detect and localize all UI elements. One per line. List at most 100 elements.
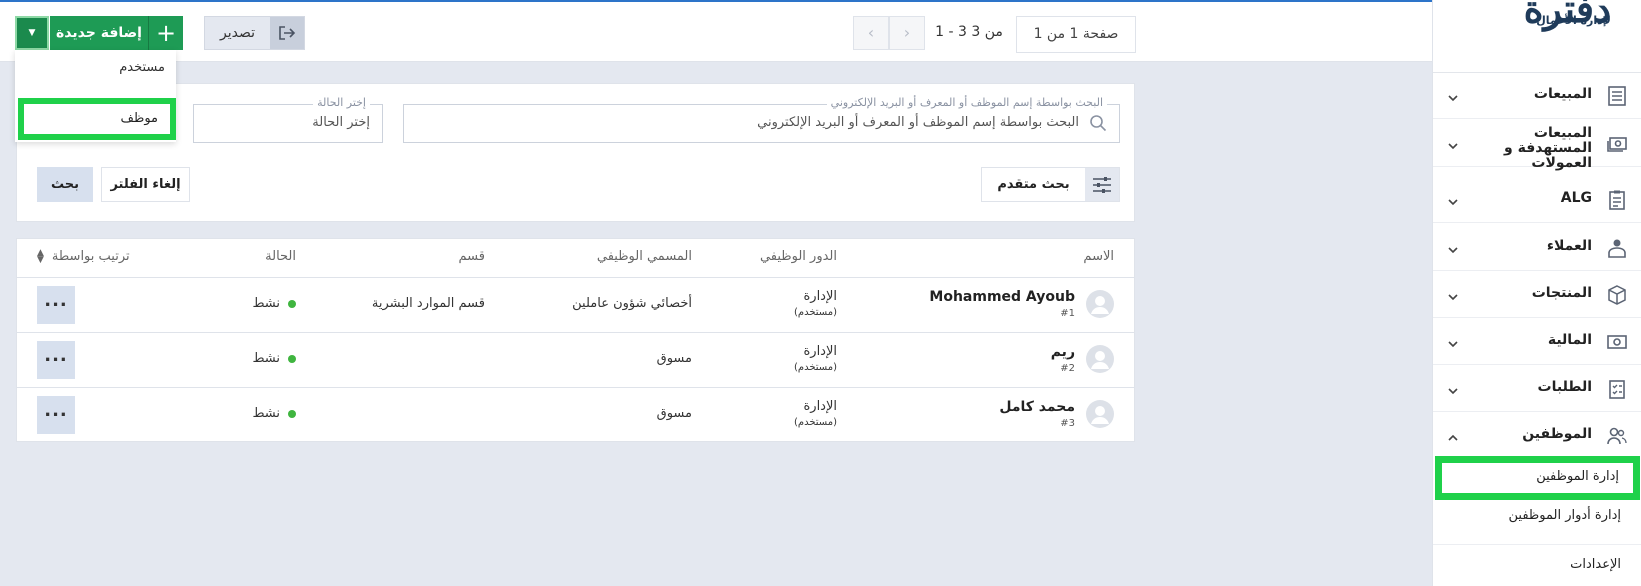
employee-job-title: أخصائي شؤون عاملين xyxy=(572,296,692,311)
sliders-icon xyxy=(1085,168,1119,201)
status-legend: إختر الحالة xyxy=(313,96,370,109)
avatar xyxy=(1086,345,1114,373)
sort-by-control[interactable]: ▲ ▼ ترتيب بواسطة xyxy=(37,247,130,265)
employee-name[interactable]: محمد كامل xyxy=(999,399,1075,415)
search-button[interactable]: بحث xyxy=(37,167,93,202)
employee-number: #1 xyxy=(1060,308,1075,319)
money-icon xyxy=(1606,133,1628,155)
subitem-label: إدارة الموظفين xyxy=(1536,469,1619,484)
sidebar-item-targeted-sales[interactable]: المبيعات المستهدفة و العمولات xyxy=(1433,120,1641,171)
sidebar-item-orders[interactable]: الطلبات xyxy=(1433,365,1641,412)
search-icon xyxy=(1089,114,1107,132)
table-row[interactable]: ريم #2 الإدارة (مستخدم) مسوق نشط ... xyxy=(17,333,1134,388)
employee-job-title: مسوق xyxy=(656,351,692,366)
sidebar-item-clients[interactable]: العملاء xyxy=(1433,224,1641,271)
brand-logo[interactable]: دفترة لإدارة الأعمال xyxy=(1493,0,1633,40)
sidebar-item-products[interactable]: المنتجات xyxy=(1433,271,1641,318)
chevron-down-icon xyxy=(1447,288,1459,301)
chevron-down-icon xyxy=(1447,193,1459,206)
employee-name[interactable]: ريم xyxy=(1051,344,1075,360)
status-dot-icon xyxy=(288,409,296,418)
sidebar-item-label: الطلبات xyxy=(1537,379,1592,395)
employee-role-type: (مستخدم) xyxy=(793,362,837,373)
export-button[interactable]: تصدير xyxy=(204,16,305,50)
status-badge: نشط xyxy=(252,296,296,311)
add-new-button[interactable]: إضافة جديدة + xyxy=(50,16,183,50)
row-actions-button[interactable]: ... xyxy=(37,396,75,434)
sidebar: دفترة لإدارة الأعمال المبيعات المبيعات ا… xyxy=(1432,0,1641,586)
filter-panel: البحث بواسطة إسم الموظف أو المعرف أو الب… xyxy=(16,83,1135,222)
sort-icon: ▲ ▼ xyxy=(37,247,44,265)
sort-by-label: ترتيب بواسطة xyxy=(51,249,130,264)
advanced-search-button[interactable]: بحث متقدم xyxy=(981,167,1120,202)
sidebar-item-label: الموظفين xyxy=(1522,426,1592,442)
row-actions-button[interactable]: ... xyxy=(37,286,75,324)
sidebar-item-label: المنتجات xyxy=(1531,285,1592,301)
sidebar-item-label: المبيعات xyxy=(1533,86,1592,102)
employees-table: الاسم الدور الوظيفي المسمي الوظيفي قسم ا… xyxy=(16,238,1135,442)
status-label: نشط xyxy=(252,351,280,366)
employee-role: الإدارة xyxy=(803,344,837,359)
finance-icon xyxy=(1606,331,1628,353)
header-name: الاسم xyxy=(1083,249,1114,264)
sidebar-item-employees[interactable]: الموظفين xyxy=(1433,412,1641,459)
header-job-title: المسمي الوظيفي xyxy=(596,249,692,264)
sidebar-item-alg[interactable]: ALG xyxy=(1433,176,1641,223)
chevron-down-icon xyxy=(1447,382,1459,395)
advanced-search-label: بحث متقدم xyxy=(997,177,1070,192)
employees-icon xyxy=(1606,425,1628,447)
sidebar-item-sales[interactable]: المبيعات xyxy=(1433,72,1641,119)
search-input[interactable]: البحث بواسطة إسم الموظف أو المعرف أو الب… xyxy=(403,96,1120,143)
table-row[interactable]: Mohammed Ayoub #1 الإدارة (مستخدم) أخصائ… xyxy=(17,278,1134,333)
header-role: الدور الوظيفي xyxy=(759,249,837,264)
box-icon xyxy=(1606,284,1628,306)
pagination-range: 1 - 3 من 3 xyxy=(935,24,1003,40)
status-label: نشط xyxy=(252,296,280,311)
row-actions-button[interactable]: ... xyxy=(37,341,75,379)
chevron-down-icon xyxy=(1447,137,1459,150)
status-badge: نشط xyxy=(252,406,296,421)
avatar xyxy=(1086,290,1114,318)
status-dot-icon xyxy=(288,354,296,363)
search-legend: البحث بواسطة إسم الموظف أو المعرف أو الب… xyxy=(826,96,1107,109)
add-new-label: إضافة جديدة xyxy=(50,16,149,50)
employee-name[interactable]: Mohammed Ayoub xyxy=(929,289,1075,305)
add-new-dropdown-menu: مستخدم موظف xyxy=(15,50,176,142)
sidebar-item-label: ALG xyxy=(1560,190,1592,206)
menu-item-user[interactable]: مستخدم xyxy=(15,60,165,75)
chevron-down-icon xyxy=(1447,89,1459,102)
sidebar-item-label: المالية xyxy=(1547,332,1592,348)
invoice-icon xyxy=(1606,85,1628,107)
client-icon xyxy=(1606,237,1628,259)
clear-filter-button[interactable]: إلغاء الفلتر xyxy=(101,167,190,202)
page-indicator[interactable]: صفحة 1 من 1 xyxy=(1016,16,1136,53)
checklist-icon xyxy=(1606,378,1628,400)
table-row[interactable]: محمد كامل #3 الإدارة (مستخدم) مسوق نشط .… xyxy=(17,388,1134,443)
sidebar-item-finance[interactable]: المالية xyxy=(1433,318,1641,365)
search-placeholder: البحث بواسطة إسم الموظف أو المعرف أو الب… xyxy=(757,115,1079,130)
employee-department: قسم الموارد البشرية xyxy=(371,296,485,311)
sidebar-subitem-manage-employees[interactable]: إدارة الموظفين xyxy=(1435,456,1640,500)
prev-page-button[interactable]: ‹ xyxy=(853,16,889,50)
employee-role: الإدارة xyxy=(803,289,837,304)
menu-item-employee[interactable]: موظف xyxy=(18,98,176,140)
add-dropdown-toggle[interactable]: ▼ xyxy=(15,16,49,50)
sidebar-item-settings[interactable]: الإعدادات xyxy=(1433,544,1641,586)
employee-role-type: (مستخدم) xyxy=(793,307,837,318)
next-page-button[interactable]: › xyxy=(889,16,925,50)
status-dot-icon xyxy=(288,299,296,308)
sidebar-item-label: العملاء xyxy=(1546,238,1592,254)
chevron-left-icon: ‹ xyxy=(867,23,875,42)
clipboard-icon xyxy=(1606,189,1628,211)
chevron-up-icon xyxy=(1447,429,1459,441)
employee-job-title: مسوق xyxy=(656,406,692,421)
sidebar-subitem-manage-roles[interactable]: إدارة أدوار الموظفين xyxy=(1433,508,1641,523)
employee-role-type: (مستخدم) xyxy=(793,417,837,428)
header-status: الحالة xyxy=(265,249,296,264)
status-select[interactable]: إختر الحالة إختر الحالة xyxy=(193,96,383,143)
top-toolbar: ▼ إضافة جديدة + تصدير ‹ › 1 - 3 من 3 صفح… xyxy=(0,0,1432,62)
export-icon xyxy=(270,17,304,49)
caret-down-icon: ▼ xyxy=(28,28,36,38)
employee-number: #2 xyxy=(1060,363,1075,374)
plus-icon: + xyxy=(155,19,177,47)
